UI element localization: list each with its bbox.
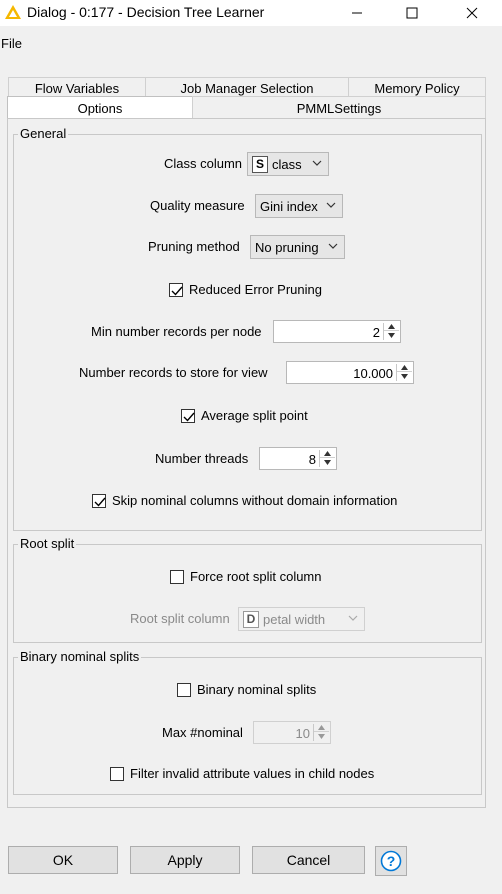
tab-label: Flow Variables (34, 81, 120, 96)
close-button[interactable] (449, 0, 495, 26)
root-split-column-label: Root split column (130, 611, 230, 626)
tab-label: PMMLSettings (296, 100, 382, 116)
apply-button-label: Apply (167, 852, 203, 868)
quality-measure-combo[interactable]: Gini index (255, 194, 343, 218)
root-split-group-title: Root split (18, 536, 77, 551)
spinner-arrows (396, 364, 412, 381)
average-split-label: Average split point (201, 408, 308, 423)
filter-invalid-checkbox[interactable] (110, 767, 124, 781)
force-root-split-checkbox[interactable] (170, 570, 184, 584)
max-nominal-value: 10 (295, 726, 310, 741)
max-nominal-label: Max #nominal (162, 725, 243, 740)
checkmark-icon (94, 497, 106, 507)
pruning-method-value: No pruning (255, 239, 319, 255)
records-view-value: 10.000 (353, 366, 393, 381)
tab-label: Job Manager Selection (180, 81, 314, 96)
binary-nominal-group: Binary nominal splits Binary nominal spl… (13, 649, 482, 795)
maximize-button[interactable] (389, 0, 435, 26)
threads-label: Number threads (155, 451, 249, 466)
records-view-label: Number records to store for view (79, 365, 268, 380)
checkmark-icon (171, 286, 183, 296)
spinner-arrows (319, 450, 335, 467)
threads-spinner[interactable]: 8 (259, 447, 337, 470)
cancel-button[interactable]: Cancel (252, 846, 365, 874)
reduced-error-pruning-label: Reduced Error Pruning (189, 282, 322, 297)
help-icon: ? (380, 850, 402, 872)
spinner-arrows (383, 323, 399, 340)
average-split-checkbox[interactable] (181, 409, 195, 423)
window-title: Dialog - 0:177 - Decision Tree Learner (27, 4, 265, 20)
help-glyph: ? (387, 853, 396, 869)
class-column-combo[interactable]: S class (247, 152, 329, 176)
root-split-column-combo[interactable]: D petal width (238, 607, 365, 631)
ok-button[interactable]: OK (8, 846, 118, 874)
minimize-button[interactable] (334, 0, 380, 26)
options-panel: General Class column S class Quality mea… (7, 118, 486, 808)
spinner-down-icon[interactable] (314, 732, 329, 740)
general-group-title: General (18, 126, 69, 141)
skip-nominal-label: Skip nominal columns without domain info… (112, 493, 398, 508)
min-records-value: 2 (372, 325, 380, 340)
min-records-spinner[interactable]: 2 (273, 320, 401, 343)
spinner-up-icon[interactable] (397, 364, 412, 372)
skip-nominal-checkbox[interactable] (92, 494, 106, 508)
spinner-down-icon[interactable] (384, 331, 399, 339)
binary-nominal-checkbox[interactable] (177, 683, 191, 697)
maximize-icon (406, 7, 418, 19)
filter-invalid-label: Filter invalid attribute values in child… (130, 766, 375, 781)
reduced-error-pruning-checkbox[interactable] (169, 283, 183, 297)
class-column-value: class (272, 156, 302, 172)
chevron-down-icon (328, 243, 338, 249)
spinner-down-icon[interactable] (397, 372, 412, 380)
pruning-method-label: Pruning method (148, 239, 240, 254)
menu-bar: File (0, 33, 502, 53)
checkmark-icon (183, 412, 195, 422)
spinner-arrows (313, 724, 329, 741)
root-split-group: Root split Force root split column Root … (13, 536, 482, 643)
spinner-down-icon[interactable] (320, 458, 335, 466)
force-root-split-label: Force root split column (190, 569, 322, 584)
threads-value: 8 (308, 452, 316, 467)
tab-label: Options (77, 100, 123, 116)
tab-pmml-settings[interactable]: PMMLSettings (192, 96, 486, 119)
double-type-icon: D (243, 610, 259, 628)
quality-measure-value: Gini index (260, 198, 318, 214)
minimize-icon (352, 12, 362, 14)
chevron-down-icon (312, 160, 322, 166)
quality-measure-label: Quality measure (150, 198, 245, 213)
chevron-down-icon (348, 615, 358, 621)
apply-button[interactable]: Apply (130, 846, 240, 874)
min-records-label: Min number records per node (91, 324, 262, 339)
ok-button-label: OK (52, 852, 74, 868)
string-type-icon: S (252, 155, 268, 173)
tab-options[interactable]: Options (7, 96, 193, 119)
chevron-down-icon (326, 202, 336, 208)
close-icon (466, 7, 478, 19)
root-split-column-value: petal width (263, 611, 326, 627)
help-button[interactable]: ? (375, 846, 407, 876)
binary-nominal-group-title: Binary nominal splits (18, 649, 142, 664)
tab-label: Memory Policy (374, 81, 460, 96)
max-nominal-spinner[interactable]: 10 (253, 721, 331, 744)
spinner-up-icon[interactable] (384, 323, 399, 331)
records-view-spinner[interactable]: 10.000 (286, 361, 414, 384)
spinner-up-icon[interactable] (314, 724, 329, 732)
pruning-method-combo[interactable]: No pruning (250, 235, 345, 259)
class-column-label: Class column (164, 156, 243, 171)
general-group: General Class column S class Quality mea… (13, 126, 482, 531)
menu-file[interactable]: File (1, 36, 22, 51)
spinner-up-icon[interactable] (320, 450, 335, 458)
binary-nominal-label: Binary nominal splits (197, 682, 317, 697)
knime-warning-icon (5, 5, 21, 19)
title-bar: Dialog - 0:177 - Decision Tree Learner (0, 0, 502, 26)
cancel-button-label: Cancel (286, 852, 331, 868)
